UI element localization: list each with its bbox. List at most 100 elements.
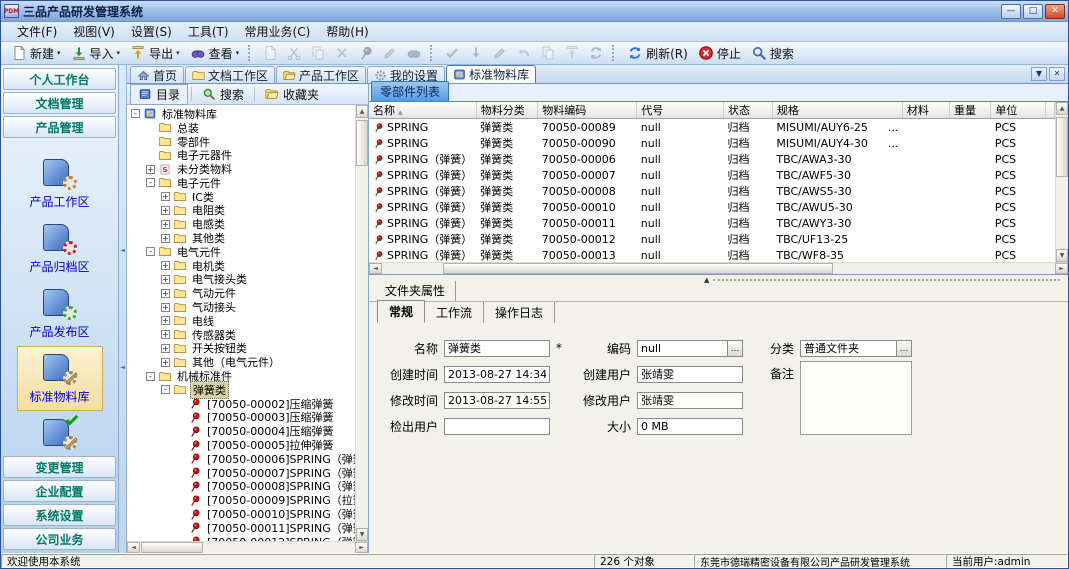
tab-products[interactable]: 产品工作区	[276, 66, 366, 83]
properties-tab-general[interactable]: 常规	[377, 300, 425, 323]
remark-textarea[interactable]	[800, 361, 912, 435]
tree-node[interactable]: +未分类物料	[127, 162, 355, 176]
created-time-input[interactable]	[444, 366, 550, 383]
tree-expander-icon[interactable]: -	[146, 372, 155, 381]
tree-expander-icon[interactable]: +	[161, 206, 170, 215]
tree-node[interactable]: +IC类	[127, 190, 355, 204]
table-horizontal-scrollbar[interactable]: ◄ ►	[369, 262, 1068, 274]
sidebar-section[interactable]: 文档管理	[3, 92, 116, 114]
tree-node[interactable]: -机械标准件	[127, 369, 355, 383]
tree-expander-icon[interactable]: +	[161, 275, 170, 284]
column-header[interactable]: 代号	[637, 102, 724, 119]
menu-item[interactable]: 帮助(H)	[318, 21, 376, 42]
scrollbar-thumb[interactable]	[141, 542, 203, 553]
tree-expander-icon[interactable]: +	[161, 192, 170, 201]
tree-node[interactable]: +电气接头类	[127, 273, 355, 287]
minimize-button[interactable]: —	[1001, 4, 1021, 19]
table-row[interactable]: SPRING（弹簧）弹簧类70050-00012null归档TBC/UF13-2…	[369, 231, 1055, 247]
table-row[interactable]: SPRING（弹簧）弹簧类70050-00011null归档TBC/AWY3-3…	[369, 215, 1055, 231]
tab-close-button[interactable]: ✕	[1049, 67, 1065, 81]
tree-expander-icon[interactable]: +	[161, 330, 170, 339]
sidebar-section[interactable]: 产品管理	[3, 116, 116, 138]
scrollbar-up-icon[interactable]: ▲	[1056, 102, 1068, 115]
table-row[interactable]: SPRING弹簧类70050-00089null归档MISUMI/AUY6-25…	[369, 119, 1055, 136]
tree-node[interactable]: 总装	[127, 121, 355, 135]
column-header[interactable]: 规格	[772, 102, 902, 119]
parts-list-tab[interactable]: 零部件列表	[371, 81, 449, 101]
column-header[interactable]: 状态	[723, 102, 772, 119]
tree-expander-icon[interactable]: +	[161, 220, 170, 229]
table-vertical-scrollbar[interactable]: ▲ ▼	[1055, 102, 1068, 262]
tree-node[interactable]: +电阻类	[127, 204, 355, 218]
tree-node[interactable]: -标准物料库	[127, 107, 355, 121]
created-by-input[interactable]	[637, 366, 743, 383]
tree-expander-icon[interactable]: -	[146, 247, 155, 256]
tree-node[interactable]: -电子元件	[127, 176, 355, 190]
modified-time-input[interactable]	[444, 392, 550, 409]
scrollbar-up-icon[interactable]: ▲	[356, 105, 368, 118]
size-input[interactable]	[637, 418, 743, 435]
menu-item[interactable]: 设置(S)	[123, 21, 180, 42]
tree-node[interactable]: +电线	[127, 314, 355, 328]
stop-button[interactable]: 停止	[693, 44, 746, 63]
menu-item[interactable]: 工具(T)	[180, 21, 237, 42]
tree-expander-icon[interactable]: +	[161, 316, 170, 325]
table-row[interactable]: SPRING（弹簧）弹簧类70050-00013null归档TBC/WF8-35…	[369, 247, 1055, 262]
tree-node[interactable]: +电感类	[127, 217, 355, 231]
view-button[interactable]: 查看▾	[185, 44, 245, 63]
collapse-left-icon[interactable]: ◄	[120, 247, 125, 254]
code-browse-button[interactable]: …	[728, 340, 743, 357]
checkout-by-input[interactable]	[444, 418, 550, 435]
search-button[interactable]: 搜索	[746, 44, 799, 63]
new-button[interactable]: 新建▾	[6, 44, 66, 63]
tree-node[interactable]: +其他（电气元件）	[127, 355, 355, 369]
sidebar-item[interactable]: 物料申请	[17, 411, 103, 455]
scrollbar-down-icon[interactable]: ▼	[1056, 249, 1068, 262]
tab-menu-button[interactable]: ▼	[1031, 67, 1047, 81]
sidebar-item[interactable]: 产品发布区	[17, 281, 103, 346]
collapse-left-icon[interactable]: ◄	[120, 364, 125, 371]
scrollbar-left-icon[interactable]: ◄	[369, 263, 382, 274]
tree-expander-icon[interactable]: -	[131, 109, 140, 118]
modified-by-input[interactable]	[637, 392, 743, 409]
table-row[interactable]: SPRING（弹簧）弹簧类70050-00008null归档TBC/AWS5-3…	[369, 183, 1055, 199]
tree-vertical-scrollbar[interactable]: ▲ ▼	[355, 105, 368, 541]
tree-expander-icon[interactable]: -	[146, 178, 155, 187]
tree-expander-icon[interactable]: +	[161, 289, 170, 298]
scrollbar-right-icon[interactable]: ►	[1055, 263, 1068, 274]
column-header[interactable]: 物料编码	[538, 102, 637, 119]
refresh-button[interactable]: 刷新(R)	[622, 44, 693, 63]
menu-item[interactable]: 文件(F)	[9, 21, 65, 42]
tree-node[interactable]: -电气元件	[127, 245, 355, 259]
table-row[interactable]: SPRING弹簧类70050-00090null归档MISUMI/AUY4-30…	[369, 135, 1055, 151]
column-header[interactable]: 名称▲	[369, 102, 476, 119]
tree-expander-icon[interactable]: +	[146, 165, 155, 174]
restore-button[interactable]: □	[1023, 4, 1043, 19]
sidebar-section[interactable]: 企业配置	[3, 480, 116, 502]
tree-expander-icon[interactable]: +	[161, 234, 170, 243]
import-button[interactable]: 导入▾	[66, 44, 126, 63]
tree-node[interactable]: +气动接头	[127, 300, 355, 314]
tree-node[interactable]: 零部件	[127, 135, 355, 149]
tree-expander-icon[interactable]: +	[161, 344, 170, 353]
sidebar-section[interactable]: 变更管理	[3, 456, 116, 478]
properties-tab-log[interactable]: 操作日志	[484, 302, 555, 323]
column-header[interactable]: 物料分类	[476, 102, 538, 119]
table-row[interactable]: SPRING（弹簧）弹簧类70050-00007null归档TBC/AWF5-3…	[369, 167, 1055, 183]
tree-search-button[interactable]: 搜索	[195, 85, 251, 104]
collapse-up-icon[interactable]: ▲	[704, 276, 709, 284]
table-row[interactable]: SPRING（弹簧）弹簧类70050-00010null归档TBC/AWU5-3…	[369, 199, 1055, 215]
tree-expander-icon[interactable]: +	[161, 261, 170, 270]
export-button[interactable]: 导出▾	[125, 44, 185, 63]
scrollbar-thumb[interactable]	[443, 263, 833, 274]
tree-node[interactable]: +其他类	[127, 231, 355, 245]
scrollbar-thumb[interactable]	[356, 120, 368, 166]
scrollbar-right-icon[interactable]: ►	[355, 542, 368, 553]
name-input[interactable]	[444, 340, 550, 357]
scrollbar-left-icon[interactable]: ◄	[127, 542, 140, 553]
tree-horizontal-scrollbar[interactable]: ◄ ►	[127, 541, 368, 553]
menu-item[interactable]: 常用业务(C)	[237, 21, 319, 42]
sidebar-section[interactable]: 公司业务	[3, 528, 116, 550]
tree-expander-icon[interactable]: -	[161, 385, 170, 394]
sidebar-item[interactable]: 产品归档区	[17, 216, 103, 281]
